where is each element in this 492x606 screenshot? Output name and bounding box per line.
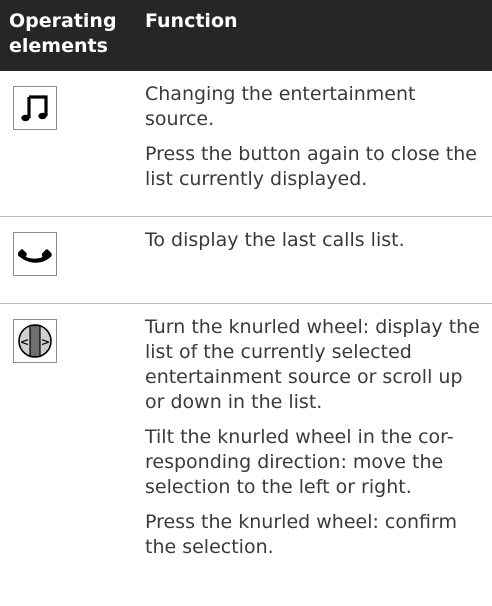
entertainment-button[interactable]: [13, 86, 57, 130]
knurled-wheel-button[interactable]: < >: [13, 319, 57, 363]
header-function: Function: [145, 10, 238, 32]
table-row-knurled-wheel: < > Turn the knurled wheel: display the …: [0, 304, 492, 606]
music-note-icon: [21, 95, 48, 122]
wheel-left-glyph: <: [20, 336, 29, 349]
table-row-phone: To display the last calls list.: [0, 217, 492, 304]
function-text-phone: To display the last calls list.: [145, 228, 485, 263]
operating-elements-table: Operating elements Function Changing the…: [0, 0, 492, 606]
function-text-entertainment: Changing the entertainment source. Press…: [145, 82, 485, 202]
wheel-right-glyph: >: [41, 336, 50, 349]
phone-handset-icon: [18, 249, 52, 263]
function-text-knurled-wheel: Turn the knurled wheel: display the list…: [145, 315, 485, 570]
function-paragraph: Press the knurled wheel: confirm the sel…: [145, 511, 457, 558]
function-paragraph: Press the button again to close the list…: [145, 143, 477, 190]
phone-button[interactable]: [13, 232, 57, 276]
function-paragraph: To display the last calls list.: [145, 229, 405, 251]
function-paragraph: Changing the entertainment source.: [145, 83, 416, 130]
table-row-entertainment: Changing the entertainment source. Press…: [0, 71, 492, 217]
function-paragraph: Tilt the knurled wheel in the cor-respon…: [145, 426, 454, 498]
knurled-wheel-icon: < >: [18, 324, 52, 358]
function-paragraph: Turn the knurled wheel: display the list…: [145, 316, 480, 413]
header-operating-elements: Operating elements: [9, 10, 117, 57]
table-header: Operating elements Function: [0, 0, 492, 71]
